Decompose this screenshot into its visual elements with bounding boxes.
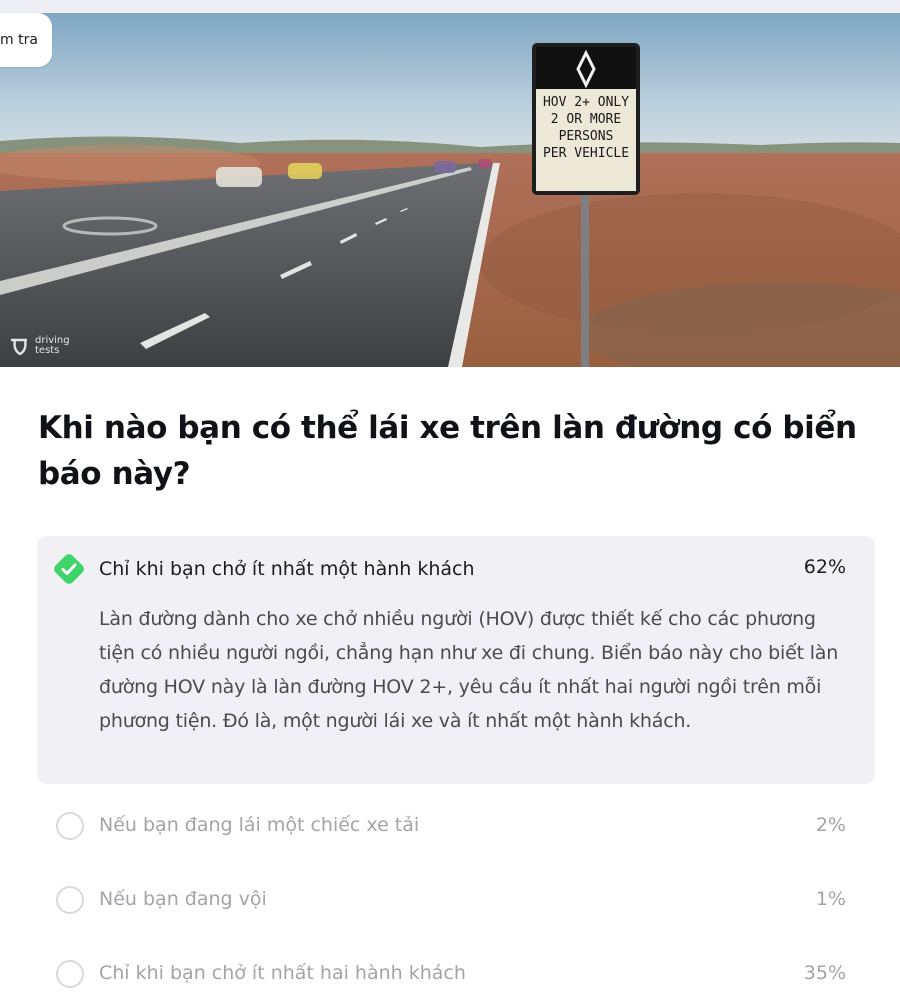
answer-label: Chỉ khi bạn chở ít nhất một hành khách [99,558,475,580]
answer-option[interactable]: Chỉ khi bạn chở ít nhất hai hành khách 3… [37,945,875,1005]
radio-button[interactable] [56,812,84,840]
answer-label: Chỉ khi bạn chở ít nhất hai hành khách [99,962,466,984]
answer-percent: 35% [803,962,846,984]
answer-percent: 2% [815,814,846,836]
question-image [0,13,900,367]
check-diamond-icon [54,554,84,584]
sign-line-2: 2 OR MORE [551,112,621,127]
answer-option[interactable]: Nếu bạn đang vội 1% [37,871,875,931]
sign-line-4: PER VEHICLE [543,146,629,161]
watermark: driving tests [9,336,79,356]
sign-line-1: HOV 2+ ONLY [543,95,629,110]
hov-sign-text: HOV 2+ ONLY 2 OR MORE PERSONS PER VEHICL… [543,95,629,161]
answer-option-correct[interactable]: Chỉ khi bạn chở ít nhất một hành khách 6… [37,536,875,784]
answer-percent: 62% [803,556,846,578]
sign-line-3: PERSONS [559,129,614,144]
watermark-text: driving tests [35,335,70,356]
radio-button[interactable] [56,960,84,988]
answer-label: Nếu bạn đang vội [99,888,267,910]
answer-explanation: Làn đường dành cho xe chở nhiều người (H… [99,608,839,732]
answer-label: Nếu bạn đang lái một chiếc xe tải [99,814,420,836]
answer-option[interactable]: Nếu bạn đang lái một chiếc xe tải 2% [37,797,875,857]
test-tab[interactable]: m tra [0,13,52,67]
test-tab-label: m tra [0,32,38,48]
radio-button[interactable] [56,886,84,914]
answer-percent: 1% [815,888,846,910]
top-strip [0,0,900,13]
driving-tests-logo-icon [11,338,27,356]
question-title: Khi nào bạn có thể lái xe trên làn đường… [38,410,857,492]
